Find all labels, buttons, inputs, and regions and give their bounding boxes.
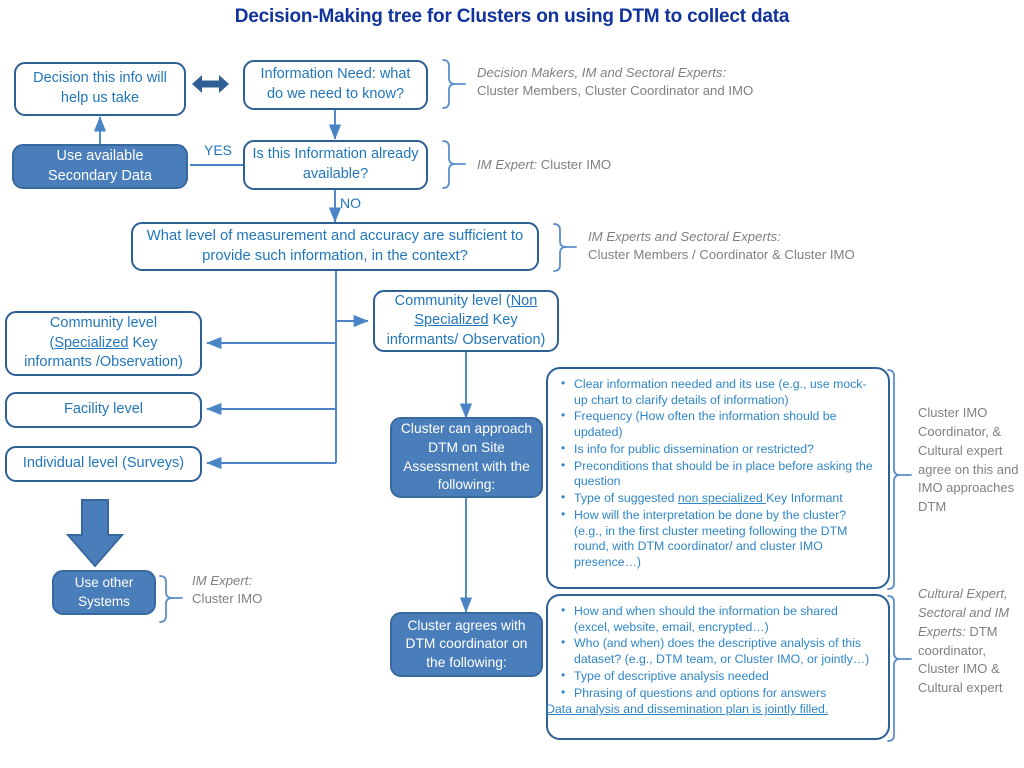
panel-agreements-footnote: Data analysis and dissemination plan is … [546, 702, 829, 717]
edge-label-yes: YES [204, 142, 233, 158]
annotation-role: IM Expert: [477, 157, 538, 172]
annotation-im-expert-top: IM Expert: Cluster IMO [477, 156, 807, 174]
type-underlined: non specialized [677, 491, 767, 506]
annotation-role: IM Experts and Sectoral Experts: [588, 229, 781, 244]
annotation-cultural-expert: Cultural Expert, Sectoral and IM Experts… [918, 585, 1020, 698]
node-what-level-of-measurement[interactable]: What level of measurement and accuracy a… [131, 222, 539, 271]
annotation-im-sectoral: IM Experts and Sectoral Experts: Cluster… [588, 228, 1008, 264]
list-item: How and when should the information be s… [561, 603, 876, 635]
node-is-information-available[interactable]: Is this Information already available? [243, 140, 428, 190]
list-item: Clear information needed and its use (e.… [561, 376, 876, 408]
node-use-available-secondary-data[interactable]: Use available Secondary Data [12, 144, 188, 189]
thick-down-arrow-icon [65, 499, 125, 568]
community-non-underlined-specialized: Specialized [414, 312, 489, 329]
bracket-im-expert [442, 140, 456, 189]
node-community-level-non-specialized[interactable]: Community level (Non Specialized Key inf… [373, 290, 559, 352]
node-community-level-specialized[interactable]: Community level (Specialized Key informa… [5, 311, 202, 376]
node-information-need[interactable]: Information Need: what do we need to kno… [243, 60, 428, 110]
annotation-cluster-imo-agree: Cluster IMO Coordinator, & Cultural expe… [918, 404, 1020, 517]
type-prefix: Type of suggested [574, 491, 678, 506]
annotation-role: IM Expert: [192, 573, 253, 588]
double-arrow-icon [192, 75, 229, 93]
community-spec-underlined: Specialized [54, 334, 129, 351]
community-spec-line1: Community level [49, 315, 158, 332]
annotation-text: Cluster IMO Coordinator, & Cultural expe… [918, 405, 1019, 515]
node-cluster-agrees-with-dtm[interactable]: Cluster agrees with DTM coordinator on t… [390, 612, 543, 677]
page-title: Decision-Making tree for Clusters on usi… [234, 6, 790, 27]
annotation-people: Cluster Members / Coordinator & Cluster … [588, 246, 855, 262]
list-item: Preconditions that should be in place be… [561, 458, 876, 490]
list-item: Is info for public dissemination or rest… [561, 441, 876, 458]
annotation-people: Cluster Members, Cluster Coordinator and… [477, 82, 754, 98]
community-non-underlined-non: Non [510, 292, 538, 309]
list-item: Who (and when) does the descriptive anal… [561, 635, 876, 667]
annotation-decision-makers: Decision Makers, IM and Sectoral Experts… [477, 64, 877, 100]
node-facility-level[interactable]: Facility level [5, 392, 202, 428]
community-non-line3: informants/ Observation) [386, 331, 546, 348]
diagram-canvas: Decision-Making tree for Clusters on usi… [0, 0, 1024, 768]
list-item: Type of descriptive analysis needed [561, 668, 876, 685]
bracket-decision-makers [442, 59, 456, 109]
type-suffix: Key Informant [766, 491, 843, 506]
panel-site-assessment: Clear information needed and its use (e.… [546, 367, 890, 589]
community-non-line2-rest: Key [488, 312, 518, 329]
node-use-other-systems[interactable]: Use other Systems [52, 570, 156, 615]
bracket-im-expert-other [159, 575, 173, 623]
list-item-type-of-suggested: Type of suggested non specialized Key In… [561, 490, 876, 507]
node-cluster-approach-dtm[interactable]: Cluster can approach DTM on Site Assessm… [390, 417, 543, 498]
node-decision-this-info[interactable]: Decision this info will help us take [14, 62, 186, 116]
list-item: How will the interpretation be done by t… [561, 507, 876, 571]
edge-label-no: NO [340, 195, 361, 211]
node-individual-level[interactable]: Individual level (Surveys) [5, 446, 202, 482]
annotation-im-expert-other-systems: IM Expert: Cluster IMO [192, 572, 392, 608]
bracket-im-sectoral [553, 223, 567, 272]
list-item: Phrasing of questions and options for an… [561, 685, 876, 702]
annotation-people: Cluster IMO [192, 590, 263, 606]
community-spec-line2-rest: Key [128, 334, 158, 351]
panel-agreements: How and when should the information be s… [546, 594, 890, 740]
list-item: Frequency (How often the information sho… [561, 408, 876, 440]
annotation-role: Decision Makers, IM and Sectoral Experts… [477, 65, 727, 80]
community-non-line1-open: Community level ( [394, 292, 511, 309]
annotation-people: Cluster IMO [537, 157, 612, 172]
community-spec-line3: informants /Observation) [24, 354, 183, 371]
